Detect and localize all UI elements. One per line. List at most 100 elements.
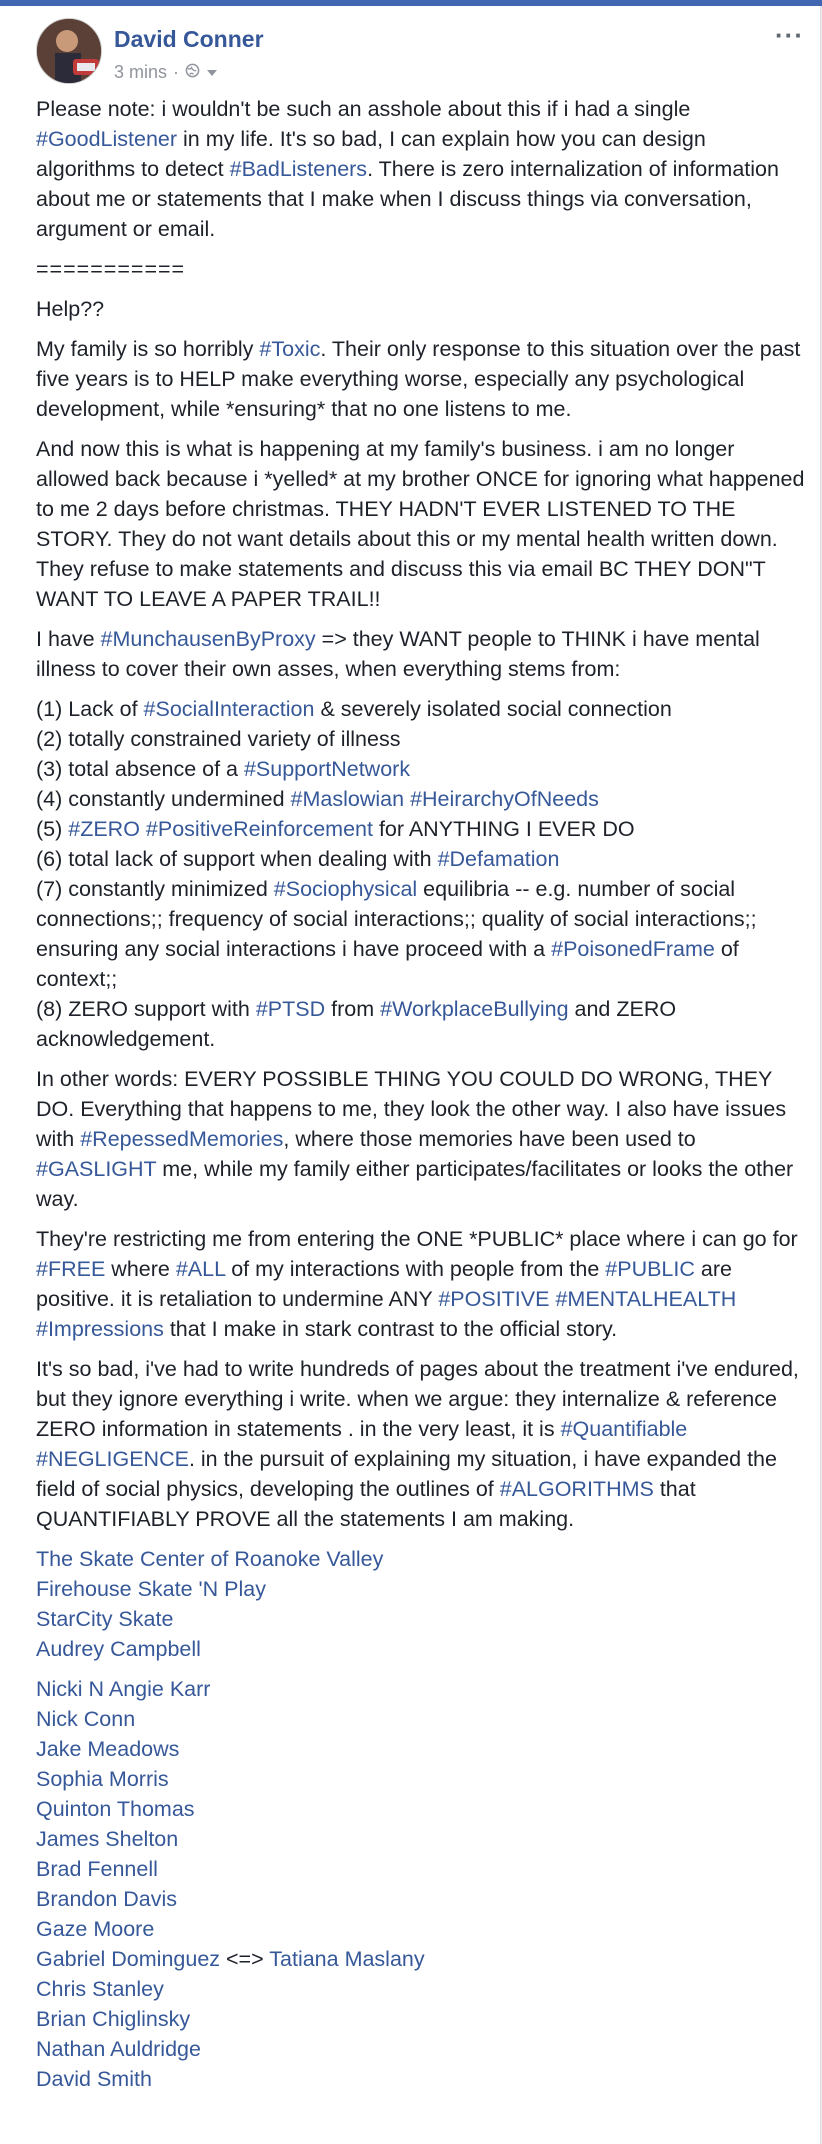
tagged-person-link[interactable]: Chris Stanley <box>36 1977 164 2001</box>
hashtag-link[interactable]: #Toxic <box>259 337 320 361</box>
list-item: Nicki N Angie Karr <box>36 1674 806 1704</box>
text: for ANYTHING I EVER DO <box>372 817 635 841</box>
hashtag-link[interactable]: #ALL <box>176 1257 225 1281</box>
text: (2) totally constrained variety of illne… <box>36 727 401 751</box>
list-item: Brad Fennell <box>36 1854 806 1884</box>
tagged-person-link[interactable]: Brandon Davis <box>36 1887 177 1911</box>
hashtag-link[interactable]: #PTSD <box>256 997 325 1021</box>
hashtag-link[interactable]: #GASLIGHT <box>36 1157 156 1181</box>
hashtag-link[interactable]: #WorkplaceBullying <box>380 997 568 1021</box>
tagged-person-link[interactable]: Jake Meadows <box>36 1737 179 1761</box>
text: of my interactions with people from the <box>225 1257 606 1281</box>
list-item: Sophia Morris <box>36 1764 806 1794</box>
hashtag-link[interactable]: #ALGORITHMS <box>500 1477 654 1501</box>
tagged-person-link[interactable]: Sophia Morris <box>36 1767 169 1791</box>
chevron-down-icon[interactable] <box>206 62 218 83</box>
list-item: Nick Conn <box>36 1704 806 1734</box>
list-item: Chris Stanley <box>36 1974 806 2004</box>
hashtag-link[interactable]: #MENTALHEALTH <box>555 1287 736 1311</box>
tagged-page-link[interactable]: StarCity Skate <box>36 1607 173 1631</box>
text: I have <box>36 627 101 651</box>
text: (8) ZERO support with <box>36 997 256 1021</box>
divider-text: =========== <box>36 257 186 281</box>
tagged-person-link[interactable]: Nathan Auldridge <box>36 2037 201 2061</box>
hashtag-link[interactable]: #MunchausenByProxy <box>101 627 316 651</box>
post-header: David Conner 3 mins · ··· <box>36 18 803 88</box>
hashtag-link[interactable]: #ZERO <box>68 817 140 841</box>
text: (4) constantly undermined <box>36 787 291 811</box>
tagged-person-link[interactable]: Gaze Moore <box>36 1917 154 1941</box>
list-item: StarCity Skate <box>36 1604 806 1634</box>
hashtag-link[interactable]: #PoisonedFrame <box>551 937 715 961</box>
list-item: Brandon Davis <box>36 1884 806 1914</box>
paragraph: Please note: i wouldn't be such an assho… <box>36 94 806 244</box>
list-item: Jake Meadows <box>36 1734 806 1764</box>
text: (1) Lack of <box>36 697 144 721</box>
hashtag-link[interactable]: #NEGLIGENCE <box>36 1447 189 1471</box>
hashtag-link[interactable]: #Maslowian <box>291 787 405 811</box>
text: , where those memories have been used to <box>283 1127 696 1151</box>
text: (5) <box>36 817 69 841</box>
meta-separator: · <box>173 62 180 82</box>
list-item: Firehouse Skate 'N Play <box>36 1574 806 1604</box>
hashtag-link[interactable]: #RepessedMemories <box>80 1127 283 1151</box>
text: (3) total absence of a <box>36 757 244 781</box>
tagged-person-link[interactable]: Brian Chiglinsky <box>36 2007 190 2031</box>
tagged-person-link[interactable]: Quinton Thomas <box>36 1797 195 1821</box>
tagged-person-link[interactable]: Tatiana Maslany <box>269 1947 424 1971</box>
hashtag-link[interactable]: #BadListeners <box>230 157 367 181</box>
post-card: David Conner 3 mins · ··· Please note: i… <box>0 6 821 2144</box>
hashtag-link[interactable]: #GoodListener <box>36 127 177 151</box>
post-meta: 3 mins · <box>114 62 218 83</box>
text: <=> <box>220 1947 270 1971</box>
paragraph: Help?? <box>36 297 105 321</box>
text: Please note: i wouldn't be such an assho… <box>36 97 691 121</box>
tagged-people-list: Nicki N Angie Karr Nick Conn Jake Meadow… <box>36 1674 806 2094</box>
paragraph: In other words: EVERY POSSIBLE THING YOU… <box>36 1064 806 1214</box>
tagged-person-link[interactable]: Brad Fennell <box>36 1857 158 1881</box>
hashtag-link[interactable]: #Impressions <box>36 1317 164 1341</box>
paragraph: My family is so horribly #Toxic. Their o… <box>36 334 806 424</box>
hashtag-link[interactable]: #SupportNetwork <box>244 757 410 781</box>
list-item: Audrey Campbell <box>36 1634 806 1664</box>
text: that I make in stark contrast to the off… <box>163 1317 618 1341</box>
paragraph: It's so bad, i've had to write hundreds … <box>36 1354 806 1534</box>
tagged-person-link[interactable]: Gabriel Dominguez <box>36 1947 220 1971</box>
paragraph: They're restricting me from entering the… <box>36 1224 806 1344</box>
hashtag-link[interactable]: #SocialInteraction <box>144 697 315 721</box>
hashtag-link[interactable]: #Quantifiable <box>561 1417 688 1441</box>
tagged-person-link[interactable]: James Shelton <box>36 1827 178 1851</box>
tagged-page-link[interactable]: Firehouse Skate 'N Play <box>36 1577 266 1601</box>
tagged-person-link[interactable]: David Smith <box>36 2067 152 2091</box>
text: (7) constantly minimized <box>36 877 274 901</box>
list-item: Nathan Auldridge <box>36 2034 806 2064</box>
post-body: Please note: i wouldn't be such an assho… <box>36 94 806 2094</box>
tagged-page-link[interactable]: Audrey Campbell <box>36 1637 201 1661</box>
more-icon[interactable]: ··· <box>775 20 804 51</box>
tagged-page-link[interactable]: The Skate Center of Roanoke Valley <box>36 1547 383 1571</box>
hashtag-link[interactable]: #FREE <box>36 1257 105 1281</box>
tagged-person-link[interactable]: Nicki N Angie Karr <box>36 1677 210 1701</box>
paragraph: And now this is what is happening at my … <box>36 437 805 611</box>
text: & severely isolated social connection <box>314 697 672 721</box>
text: My family is so horribly <box>36 337 260 361</box>
hashtag-link[interactable]: #PUBLIC <box>605 1257 695 1281</box>
avatar[interactable] <box>36 18 102 84</box>
list-item: The Skate Center of Roanoke Valley <box>36 1544 806 1574</box>
hashtag-link[interactable]: #Sociophysical <box>274 877 417 901</box>
list-item: Brian Chiglinsky <box>36 2004 806 2034</box>
list-item: Quinton Thomas <box>36 1794 806 1824</box>
hashtag-link[interactable]: #Defamation <box>438 847 560 871</box>
author-name[interactable]: David Conner <box>114 26 264 53</box>
hashtag-link[interactable]: #HeirarchyOfNeeds <box>410 787 599 811</box>
list-item: David Smith <box>36 2064 806 2094</box>
post-time[interactable]: 3 mins <box>114 62 167 83</box>
tagged-pages-list: The Skate Center of Roanoke Valley Fireh… <box>36 1544 806 1664</box>
hashtag-link[interactable]: #PositiveReinforcement <box>146 817 373 841</box>
paragraph: I have #MunchausenByProxy => they WANT p… <box>36 624 806 684</box>
tagged-person-link[interactable]: Nick Conn <box>36 1707 135 1731</box>
hashtag-link[interactable]: #POSITIVE <box>438 1287 549 1311</box>
globe-icon[interactable] <box>185 62 200 83</box>
text: They're restricting me from entering the… <box>36 1227 798 1251</box>
numbered-list: (1) Lack of #SocialInteraction & severel… <box>36 694 806 1054</box>
